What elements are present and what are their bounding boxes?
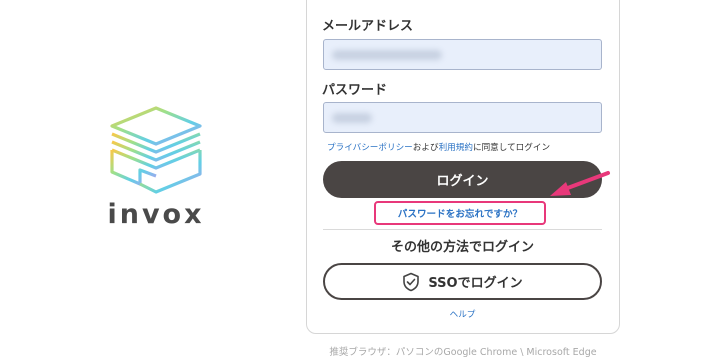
invox-logo-icon <box>110 106 202 194</box>
forgot-password-label: パスワードをお忘れですか？ <box>397 209 523 220</box>
terms-link[interactable]: 利用規約 <box>439 143 473 153</box>
password-field-value-masked <box>332 113 372 123</box>
password-label: パスワード <box>322 83 388 98</box>
shield-check-icon <box>403 272 420 291</box>
sso-login-button[interactable]: SSOでログイン <box>323 263 602 300</box>
login-button-label: ログイン <box>436 174 489 189</box>
consent-and: および <box>412 143 439 153</box>
consent-text: プライバシーポリシーおよび利用規約に同意してログイン <box>327 141 550 153</box>
forgot-password-link[interactable]: パスワードをお忘れですか？ <box>374 201 546 225</box>
email-field-value-masked <box>332 50 442 60</box>
login-button[interactable]: ログイン <box>323 161 602 198</box>
brand-name: invox <box>107 199 205 230</box>
help-link[interactable]: ヘルプ <box>323 308 602 320</box>
email-label: メールアドレス <box>322 19 414 34</box>
password-field[interactable] <box>323 102 602 133</box>
recommended-browser-note: 推奨ブラウザ：パソコンのGoogle Chrome \ Microsoft Ed… <box>329 347 597 358</box>
privacy-policy-link[interactable]: プライバシーポリシー <box>327 143 413 153</box>
email-field[interactable] <box>323 39 602 70</box>
other-methods-label: その他の方法でログイン <box>390 240 534 255</box>
consent-suffix: に同意してログイン <box>472 143 551 153</box>
sso-login-label: SSOでログイン <box>428 276 523 291</box>
divider <box>323 229 602 230</box>
invox-logo: invox <box>100 104 212 234</box>
